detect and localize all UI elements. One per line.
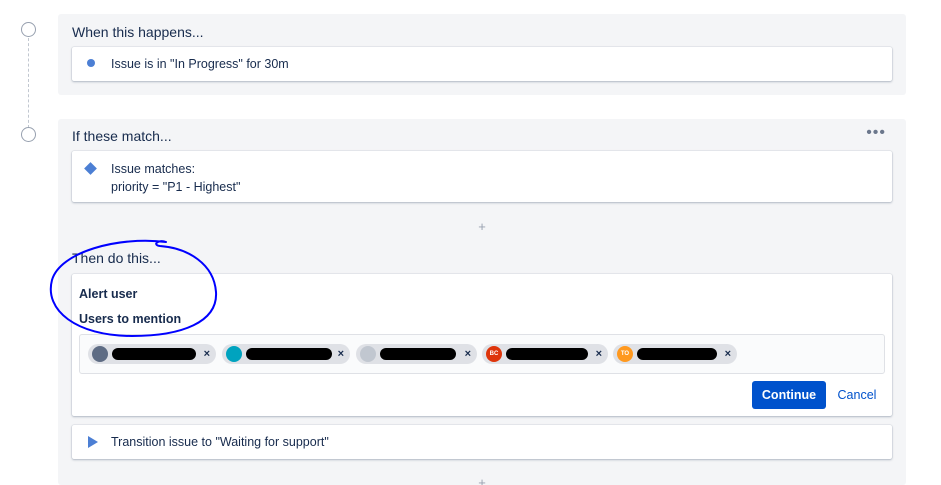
play-icon	[88, 436, 98, 448]
step-indicator-trigger	[21, 22, 36, 37]
action-heading: Alert user	[79, 287, 138, 301]
add-condition-button[interactable]: +	[476, 219, 488, 234]
remove-user-icon[interactable]: ×	[204, 346, 210, 362]
add-action-button[interactable]: +	[476, 475, 488, 485]
continue-button[interactable]: Continue	[752, 381, 826, 409]
timeline-connector	[28, 38, 29, 128]
user-name-redacted	[380, 348, 456, 360]
user-avatar-icon	[226, 346, 242, 362]
user-chip[interactable]: BC ×	[482, 344, 608, 364]
user-avatar-icon	[360, 346, 376, 362]
cancel-button[interactable]: Cancel	[832, 381, 882, 409]
condition-title: If these match...	[72, 128, 172, 144]
user-chip[interactable]: ×	[356, 344, 477, 364]
condition-section: If these match... ••• Issue matches: pri…	[58, 119, 906, 485]
action-edit-card: Alert user Users to mention × × × BC × T…	[72, 274, 892, 416]
remove-user-icon[interactable]: ×	[338, 346, 344, 362]
user-chip[interactable]: TO ×	[613, 344, 737, 364]
trigger-text: Issue is in "In Progress" for 30m	[111, 57, 289, 71]
user-chip[interactable]: ×	[88, 344, 216, 364]
step-indicator-condition	[21, 127, 36, 142]
condition-icon	[84, 162, 97, 175]
condition-line-2: priority = "P1 - Highest"	[111, 180, 241, 194]
trigger-card[interactable]: Issue is in "In Progress" for 30m	[72, 47, 892, 81]
users-to-mention-label: Users to mention	[79, 312, 182, 326]
user-name-redacted	[637, 348, 717, 360]
user-avatar-icon: BC	[486, 346, 502, 362]
users-to-mention-field[interactable]: × × × BC × TO ×	[79, 334, 885, 374]
user-name-redacted	[246, 348, 332, 360]
trigger-section: When this happens... Issue is in "In Pro…	[58, 14, 906, 95]
remove-user-icon[interactable]: ×	[725, 346, 731, 362]
user-name-redacted	[112, 348, 196, 360]
trigger-title: When this happens...	[72, 24, 204, 40]
user-avatar-icon: TO	[617, 346, 633, 362]
condition-line-1: Issue matches:	[111, 162, 196, 176]
remove-user-icon[interactable]: ×	[465, 346, 471, 362]
action-title: Then do this...	[72, 250, 161, 266]
user-avatar-icon	[92, 346, 108, 362]
user-chip[interactable]: ×	[222, 344, 350, 364]
transition-card[interactable]: Transition issue to "Waiting for support…	[72, 425, 892, 459]
remove-user-icon[interactable]: ×	[596, 346, 602, 362]
trigger-icon	[87, 59, 95, 67]
user-name-redacted	[506, 348, 588, 360]
condition-card[interactable]: Issue matches: priority = "P1 - Highest"	[72, 151, 892, 202]
transition-text: Transition issue to "Waiting for support…	[111, 435, 329, 449]
more-options-icon[interactable]: •••	[866, 125, 886, 141]
